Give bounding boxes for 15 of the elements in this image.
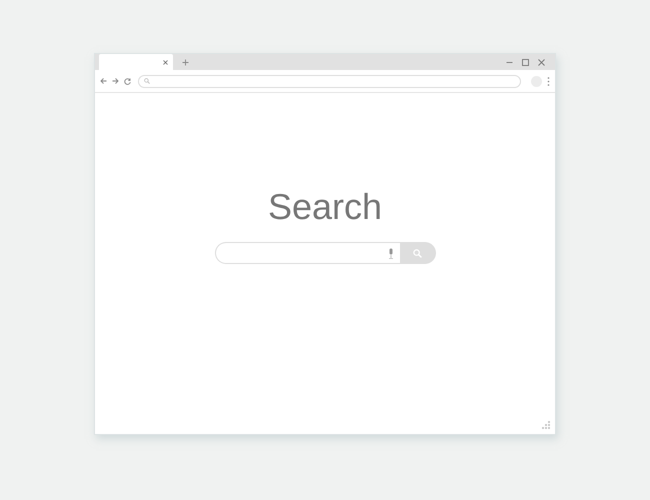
menu-icon[interactable]	[547, 76, 550, 86]
close-icon[interactable]	[538, 59, 545, 66]
forward-arrow-icon[interactable]	[112, 78, 119, 84]
resize-grip-icon[interactable]	[542, 421, 551, 430]
close-icon[interactable]	[163, 60, 168, 64]
search-icon	[413, 248, 422, 258]
back-arrow-icon[interactable]	[100, 78, 107, 84]
reload-icon[interactable]	[124, 78, 131, 84]
minimize-icon[interactable]	[506, 59, 513, 66]
search-icon	[144, 78, 150, 84]
maximize-icon[interactable]	[522, 59, 529, 66]
plus-icon[interactable]	[182, 59, 189, 66]
page-heading: Search	[268, 186, 382, 228]
microphone-icon[interactable]	[388, 248, 394, 258]
search-field[interactable]	[214, 242, 436, 264]
